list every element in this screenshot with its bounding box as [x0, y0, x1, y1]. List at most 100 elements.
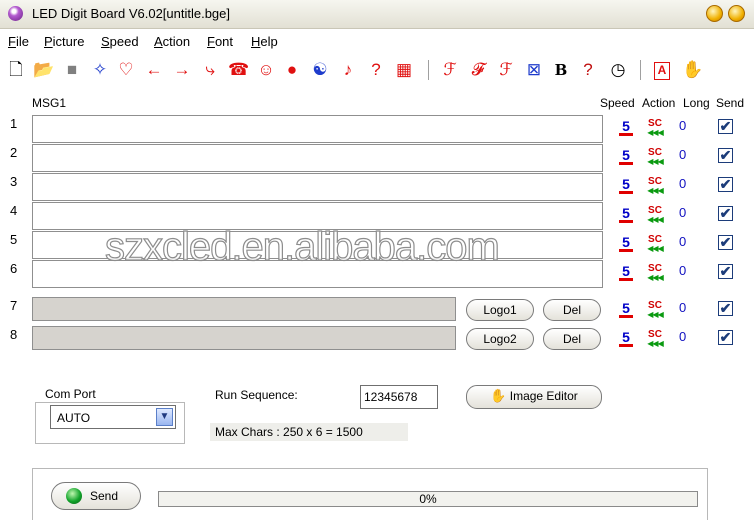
menu-action[interactable]: Action: [154, 34, 190, 49]
menu-bar: File Picture Speed Action Font Help: [0, 30, 754, 52]
run-sequence-input[interactable]: 12345678: [360, 385, 438, 409]
com-port-label: Com Port: [43, 387, 98, 401]
send-checkbox[interactable]: ✔: [718, 206, 733, 221]
menu-label-rest: ction: [162, 34, 191, 49]
message-input[interactable]: [32, 144, 603, 172]
speed-button[interactable]: 5: [619, 119, 633, 136]
long-value[interactable]: 0: [679, 329, 686, 344]
delete-button[interactable]: Del: [543, 328, 601, 350]
menu-label-rest: ile: [15, 34, 29, 49]
message-input[interactable]: [32, 115, 603, 143]
status-led-icon: [66, 488, 82, 504]
send-checkbox[interactable]: ✔: [718, 235, 733, 250]
com-port-select[interactable]: AUTO ▼: [50, 405, 176, 429]
long-value[interactable]: 0: [679, 176, 686, 191]
delete-button[interactable]: Del: [543, 299, 601, 321]
menu-picture[interactable]: Picture: [44, 34, 84, 49]
send-checkbox[interactable]: ✔: [718, 119, 733, 134]
progress-label: 0%: [419, 492, 437, 506]
yin-yang-icon[interactable]: ☯: [310, 59, 330, 81]
progress-bar: 0%: [158, 491, 698, 507]
arrow-left-icon[interactable]: ←: [144, 59, 164, 81]
toolbar-separator: [640, 60, 641, 80]
long-value[interactable]: 0: [679, 118, 686, 133]
font-f2-icon[interactable]: 𝓕: [468, 59, 488, 81]
chevron-down-icon[interactable]: ▼: [156, 408, 173, 426]
speed-header: Speed: [600, 96, 635, 110]
gray-square-icon[interactable]: ■: [62, 59, 82, 81]
new-file-icon[interactable]: 🗋: [6, 59, 26, 81]
long-value[interactable]: 0: [679, 234, 686, 249]
heart-icon[interactable]: ♡: [116, 59, 136, 81]
font-a-icon[interactable]: A: [654, 62, 670, 80]
send-checkbox[interactable]: ✔: [718, 330, 733, 345]
question-icon[interactable]: ?: [366, 59, 386, 81]
image-editor-icon: ✋: [490, 388, 507, 403]
speed-button[interactable]: 5: [619, 206, 633, 223]
action-arrows-icon: ◀◀◀: [647, 186, 663, 195]
speed-button[interactable]: 5: [619, 177, 633, 194]
send-checkbox[interactable]: ✔: [718, 301, 733, 316]
logo-button[interactable]: Logo2: [466, 328, 534, 350]
arrow-right-icon[interactable]: →: [172, 59, 192, 81]
menu-mnemonic: F: [8, 34, 16, 49]
image-editor-label: Image Editor: [509, 389, 578, 403]
bold-icon[interactable]: B: [551, 59, 571, 81]
menu-speed[interactable]: Speed: [101, 34, 139, 49]
row-number: 3: [10, 174, 18, 189]
max-chars-text: Max Chars : 250 x 6 = 1500: [210, 423, 408, 441]
speed-button[interactable]: 5: [619, 301, 633, 318]
action-arrows-icon: ◀◀◀: [647, 273, 663, 282]
font-f3-icon[interactable]: ℱ: [496, 59, 516, 81]
send-checkbox[interactable]: ✔: [718, 148, 733, 163]
music-note-icon[interactable]: ♪: [338, 59, 358, 81]
message-input[interactable]: [32, 173, 603, 201]
message-input[interactable]: [32, 326, 456, 350]
smiley-icon[interactable]: ☺: [256, 59, 276, 81]
menu-help[interactable]: Help: [251, 34, 278, 49]
sparkle-icon[interactable]: ✧: [90, 59, 110, 81]
run-sequence-label: Run Sequence:: [215, 388, 298, 402]
send-button[interactable]: Send: [51, 482, 141, 510]
toolbar: 🗋 📂 ■ ✧ ♡ ← → ⤷ ☎ ☺ ● ☯ ♪? ▦ ℱ 𝓕 ℱ ⊠ B? ◷ A ✋: [0, 55, 754, 85]
settings-icon[interactable]: ✋: [682, 59, 703, 81]
image-editor-button[interactable]: ✋ Image Editor: [466, 385, 602, 409]
speed-button[interactable]: 5: [619, 148, 633, 165]
send-label: Send: [90, 489, 119, 503]
speed-button[interactable]: 5: [619, 264, 633, 281]
menu-file[interactable]: File: [8, 34, 29, 49]
message-input[interactable]: [32, 297, 456, 321]
action-arrows-icon: ◀◀◀: [647, 128, 663, 137]
menu-label-rest: elp: [260, 34, 278, 49]
speed-button[interactable]: 5: [619, 235, 633, 252]
long-value[interactable]: 0: [679, 263, 686, 278]
user-help-icon[interactable]: ?: [578, 59, 598, 81]
send-checkbox[interactable]: ✔: [718, 264, 733, 279]
row-number: 1: [10, 116, 18, 131]
menu-font[interactable]: Font: [207, 34, 233, 49]
open-folder-icon[interactable]: 📂: [33, 59, 54, 81]
row-number: 7: [10, 298, 18, 313]
close-button[interactable]: [728, 5, 745, 22]
minimize-button[interactable]: [706, 5, 723, 22]
send-checkbox[interactable]: ✔: [718, 177, 733, 192]
logo-button[interactable]: Logo1: [466, 299, 534, 321]
msg-label: MSG1: [32, 96, 67, 110]
menu-mnemonic: S: [101, 34, 110, 49]
red-box-icon[interactable]: ▦: [394, 59, 414, 81]
font-f1-icon[interactable]: ℱ: [440, 59, 460, 81]
long-value[interactable]: 0: [679, 205, 686, 220]
menu-label-rest: ont: [214, 34, 234, 49]
phone-icon[interactable]: ☎: [228, 59, 249, 81]
long-value[interactable]: 0: [679, 300, 686, 315]
window-title: LED Digit Board V6.02[untitle.bge]: [32, 6, 231, 21]
action-arrows-icon: ◀◀◀: [647, 157, 663, 166]
long-value[interactable]: 0: [679, 147, 686, 162]
step-arrow-icon[interactable]: ⤷: [200, 59, 220, 81]
pattern-icon[interactable]: ⊠: [524, 59, 544, 81]
speed-button[interactable]: 5: [619, 330, 633, 347]
menu-label-rest: peed: [109, 34, 139, 49]
clock-icon[interactable]: ◷: [608, 59, 628, 81]
com-port-value: AUTO: [57, 411, 91, 425]
red-dot-icon[interactable]: ●: [282, 59, 302, 81]
